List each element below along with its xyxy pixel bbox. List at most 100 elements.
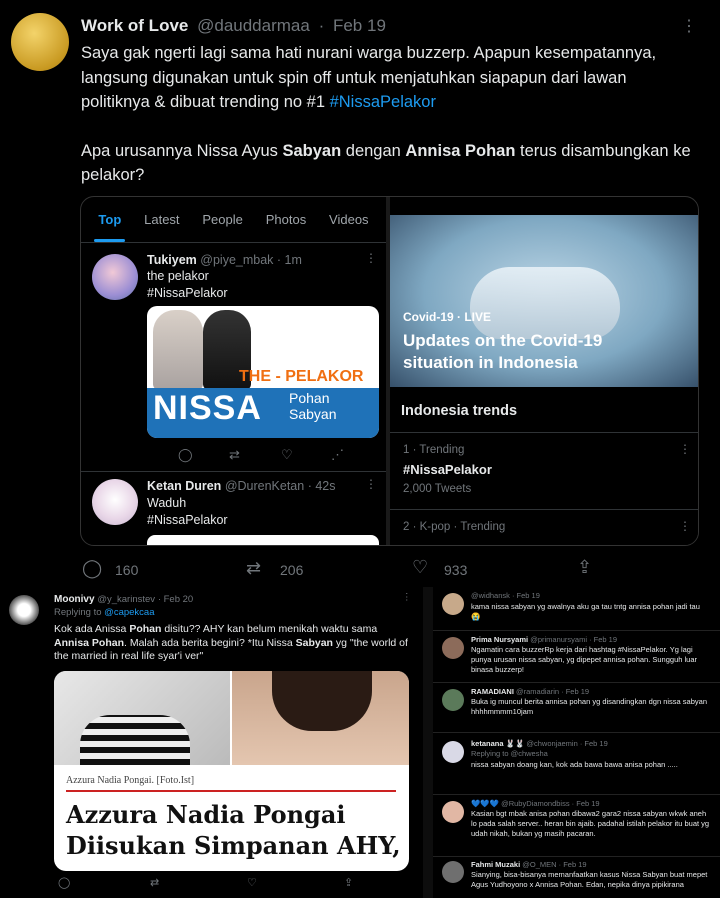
share-icon[interactable]: ⇪: [344, 876, 353, 889]
display-name[interactable]: ketanana 🐰🐰: [471, 739, 524, 748]
more-icon[interactable]: ⋮: [365, 477, 378, 491]
more-icon[interactable]: ⋮: [402, 592, 412, 603]
share-icon[interactable]: ⋰: [331, 447, 344, 463]
more-icon[interactable]: ⋮: [681, 16, 698, 36]
text-span: dengan: [341, 141, 406, 160]
display-name[interactable]: Tukiyem: [147, 253, 197, 267]
divider: [390, 432, 698, 433]
retweet-icon[interactable]: ⇄: [229, 447, 240, 463]
avatar[interactable]: [11, 13, 69, 71]
tweet-text: Kok ada Anissa Pohan disitu?? AHY kan be…: [54, 623, 414, 664]
handle[interactable]: @ramadiarin · Feb 19: [516, 687, 589, 696]
reply-item[interactable]: RAMADIANI @ramadiarin · Feb 19 Buka ig m…: [433, 683, 720, 733]
avatar[interactable]: [92, 254, 138, 300]
news-headline: Azzura Nadia Pongai Diisukan Simpanan AH…: [66, 800, 401, 860]
reply-item[interactable]: ketanana 🐰🐰 @chwonjaemin · Feb 19 Replyi…: [433, 733, 720, 795]
caption-rule: [66, 790, 396, 792]
display-name[interactable]: Prima Nursyami: [471, 635, 528, 644]
reply-handle[interactable]: @capekcaa: [104, 607, 154, 618]
trend-name[interactable]: #NissaPelakor: [403, 462, 492, 477]
handle[interactable]: @piye_mbak: [200, 253, 273, 267]
hashtag-link[interactable]: #NissaPelakor: [147, 513, 228, 527]
text-span: disitu?? AHY kan belum menikah waktu sam…: [161, 623, 378, 635]
avatar[interactable]: [442, 637, 464, 659]
tweet-header: Moonivy @y_karinstev · Feb 20: [54, 594, 193, 605]
tweet-text: Saya gak ngerti lagi sama hati nurani wa…: [81, 41, 691, 188]
search-tabs: Top Latest People Photos Videos: [81, 197, 386, 243]
avatar[interactable]: [442, 741, 464, 763]
tab-people[interactable]: People: [202, 212, 242, 227]
display-name[interactable]: Moonivy: [54, 594, 95, 605]
trends-title: Indonesia trends: [401, 403, 518, 419]
reply-item[interactable]: @widhansk · Feb 19 kama nissa sabyan yg …: [433, 587, 720, 631]
display-name[interactable]: Fahmi Muzaki: [471, 860, 520, 869]
divider: [81, 471, 386, 472]
reply-context: Replying to @chwesha: [471, 749, 548, 758]
retweet-icon[interactable]: ⇄: [246, 558, 261, 579]
reply-count: 160: [115, 562, 139, 578]
display-name[interactable]: RAMADIANI: [471, 687, 514, 696]
reply-item[interactable]: 💙💙💙 @RubyDiamondbiss · Feb 19 Kasian bgt…: [433, 795, 720, 857]
reply-item[interactable]: Prima Nursyami @primanursyami · Feb 19 N…: [433, 631, 720, 683]
divider: [390, 509, 698, 510]
handle[interactable]: @O_MEN · Feb 19: [522, 860, 586, 869]
text-span: . Malah ada berita begini? *Itu Nissa: [124, 636, 296, 649]
reply-context: Replying to @capekcaa: [54, 607, 154, 618]
handle[interactable]: @DurenKetan: [225, 479, 304, 493]
tab-latest[interactable]: Latest: [144, 212, 179, 227]
display-name[interactable]: Ketan Duren: [147, 479, 221, 493]
handle[interactable]: @primanursyami · Feb 19: [530, 635, 617, 644]
avatar[interactable]: [442, 861, 464, 883]
retweet-count: 206: [280, 562, 304, 578]
reply-icon[interactable]: ◯: [58, 876, 70, 889]
avatar[interactable]: [442, 801, 464, 823]
media-word: Sabyan: [289, 406, 337, 422]
reply-item[interactable]: Fahmi Muzaki @O_MEN · Feb 19 Sianying, b…: [433, 857, 720, 898]
media-caption: THE - PELAKOR: [239, 368, 364, 385]
tweet-media[interactable]: Azzura Nadia Pongai. [Foto.Ist] Azzura N…: [54, 671, 409, 871]
tweet-time: · 1m: [276, 253, 302, 267]
handle[interactable]: @widhansk · Feb 19: [471, 591, 540, 600]
reply-text: nissa sabyan doang kan, kok ada bawa baw…: [471, 760, 678, 769]
tweet-media[interactable]: THE - PELAKOR NISSA Pohan Sabyan: [147, 306, 379, 438]
handle[interactable]: @y_karinstev: [97, 594, 155, 605]
avatar[interactable]: [442, 593, 464, 615]
screenshot-collage: Work of Love @dauddarmaa · Feb 19 ⋮ Saya…: [0, 0, 720, 898]
avatar[interactable]: [9, 595, 39, 625]
like-icon[interactable]: ♡: [412, 557, 428, 578]
like-icon[interactable]: ♡: [247, 876, 257, 889]
handle[interactable]: @chwonjaemin · Feb 19: [526, 739, 607, 748]
avatar[interactable]: [92, 479, 138, 525]
more-icon[interactable]: ⋮: [679, 442, 692, 456]
tweet-time: · 42s: [307, 479, 336, 493]
more-icon[interactable]: ⋮: [679, 519, 692, 533]
avatar[interactable]: [442, 689, 464, 711]
hashtag-link[interactable]: #NissaPelakor: [147, 286, 228, 300]
media-word: Pohan: [289, 390, 330, 406]
hashtag-link[interactable]: #NissaPelakor: [330, 93, 436, 111]
reply-header: Fahmi Muzaki @O_MEN · Feb 19: [471, 860, 587, 869]
reply-icon[interactable]: ◯: [82, 558, 102, 579]
like-icon[interactable]: ♡: [281, 447, 293, 463]
tab-videos[interactable]: Videos: [329, 212, 369, 227]
tweet-date: · Feb 20: [157, 594, 194, 605]
handle[interactable]: @RubyDiamondbiss · Feb 19: [501, 799, 600, 808]
handle[interactable]: @dauddarmaa: [197, 16, 310, 35]
display-name[interactable]: Work of Love: [81, 16, 188, 35]
embedded-image[interactable]: Top Latest People Photos Videos Tukiyem …: [80, 196, 699, 546]
event-title[interactable]: Updates on the Covid-19 situation in Ind…: [403, 330, 653, 374]
tab-photos[interactable]: Photos: [266, 212, 306, 227]
media-subtitle: Pohan Sabyan: [289, 390, 336, 422]
share-icon[interactable]: ⇪: [577, 557, 592, 578]
retweet-icon[interactable]: ⇄: [150, 876, 159, 889]
display-name[interactable]: 💙💙💙: [471, 799, 499, 808]
reply-text: Sianying, bisa-bisanya memanfaatkan kasu…: [471, 870, 708, 889]
tab-top[interactable]: Top: [94, 212, 126, 242]
tweet-header: Ketan Duren @DurenKetan · 42s: [147, 479, 336, 493]
reply-icon[interactable]: ◯: [178, 447, 193, 463]
reply-header: Prima Nursyami @primanursyami · Feb 19: [471, 635, 617, 644]
reply-header: @widhansk · Feb 19: [471, 591, 540, 600]
tweet-date[interactable]: Feb 19: [333, 16, 386, 35]
more-icon[interactable]: ⋮: [365, 251, 378, 265]
tweet-media[interactable]: [147, 535, 379, 545]
